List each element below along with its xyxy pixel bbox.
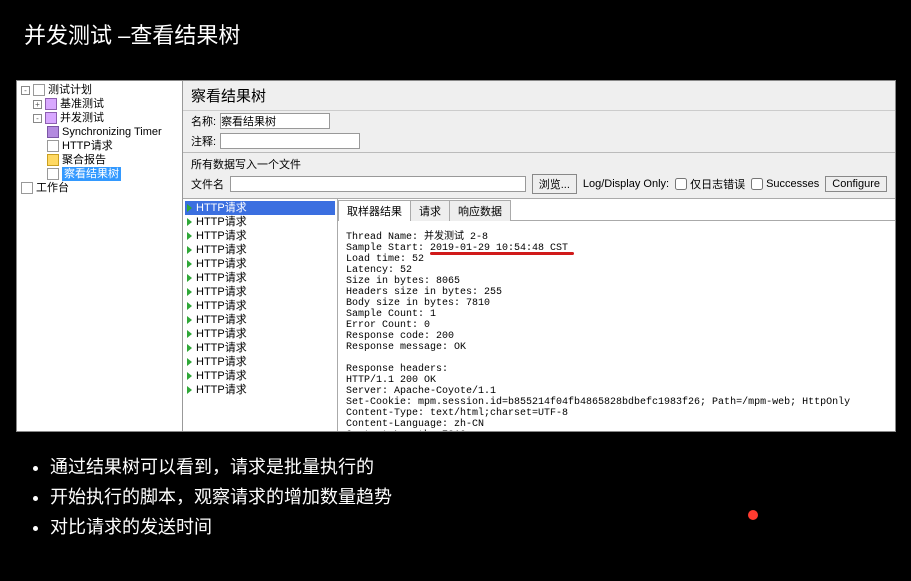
sample-item[interactable]: HTTP请求 [185, 355, 335, 369]
tree-node[interactable]: 聚合报告 [19, 153, 180, 167]
file-label: 文件名 [191, 176, 224, 192]
sample-item[interactable]: HTTP请求 [185, 257, 335, 271]
tree-label: 并发测试 [60, 111, 104, 125]
sample-item[interactable]: HTTP请求 [185, 285, 335, 299]
only-errors-checkbox[interactable]: 仅日志错误 [675, 176, 745, 192]
success-icon [187, 260, 192, 268]
success-icon [187, 246, 192, 254]
sample-label: HTTP请求 [196, 215, 247, 229]
detail-tab[interactable]: 响应数据 [449, 200, 511, 221]
success-icon [187, 344, 192, 352]
success-icon [187, 372, 192, 380]
page-icon [47, 168, 59, 180]
sample-item[interactable]: HTTP请求 [185, 243, 335, 257]
success-icon [187, 386, 192, 394]
sample-item[interactable]: HTTP请求 [185, 327, 335, 341]
detail-tab[interactable]: 请求 [410, 200, 450, 221]
tree-node[interactable]: Synchronizing Timer [19, 125, 180, 139]
sampler-result-text[interactable]: Thread Name: 并发测试 2-8 Sample Start: 2019… [338, 221, 895, 431]
success-icon [187, 288, 192, 296]
tree-label: HTTP请求 [62, 139, 113, 153]
name-input[interactable] [220, 113, 330, 129]
sample-label: HTTP请求 [196, 355, 247, 369]
beaker-icon [33, 84, 45, 96]
samples-list[interactable]: HTTP请求HTTP请求HTTP请求HTTP请求HTTP请求HTTP请求HTTP… [183, 199, 338, 431]
sample-item[interactable]: HTTP请求 [185, 369, 335, 383]
bullet-item: 对比请求的发送时间 [50, 512, 392, 542]
slide-bullets: 通过结果树可以看到，请求是批量执行的开始执行的脚本，观察请求的增加数量趋势对比请… [30, 452, 392, 542]
tree-node[interactable]: - 并发测试 [19, 111, 180, 125]
logonly-label: Log/Display Only: [583, 178, 669, 190]
sample-label: HTTP请求 [196, 285, 247, 299]
sample-item[interactable]: HTTP请求 [185, 271, 335, 285]
tree-label: 聚合报告 [62, 153, 106, 167]
sample-item[interactable]: HTTP请求 [185, 313, 335, 327]
sample-label: HTTP请求 [196, 313, 247, 327]
yellow-icon [47, 154, 59, 166]
success-icon [187, 274, 192, 282]
tree-node[interactable]: 工作台 [19, 181, 180, 195]
comment-input[interactable] [220, 133, 360, 149]
result-tree-panel: 察看结果树 名称: 注释: 所有数据写入一个文件 文件名 浏览... Log/D… [183, 81, 895, 431]
tree-node[interactable]: HTTP请求 [19, 139, 180, 153]
sample-label: HTTP请求 [196, 229, 247, 243]
success-icon [187, 330, 192, 338]
file-input[interactable] [230, 176, 526, 192]
success-icon [187, 316, 192, 324]
comment-label: 注释: [191, 133, 216, 149]
sample-label: HTTP请求 [196, 271, 247, 285]
sample-item[interactable]: HTTP请求 [185, 299, 335, 313]
sample-item[interactable]: HTTP请求 [185, 341, 335, 355]
gear-icon [45, 98, 57, 110]
bullet-item: 开始执行的脚本，观察请求的增加数量趋势 [50, 482, 392, 512]
tree-label: 工作台 [36, 181, 69, 195]
success-icon [187, 232, 192, 240]
tree-label: 察看结果树 [62, 167, 121, 181]
browse-button[interactable]: 浏览... [532, 174, 577, 194]
successes-checkbox[interactable]: Successes [751, 178, 819, 190]
success-icon [187, 204, 192, 212]
sample-item[interactable]: HTTP请求 [185, 229, 335, 243]
table-icon [21, 182, 33, 194]
tree-node[interactable]: 察看结果树 [19, 167, 180, 181]
tree-toggle-icon[interactable]: + [33, 100, 42, 109]
purple-icon [47, 126, 59, 138]
sample-item[interactable]: HTTP请求 [185, 215, 335, 229]
panel-title: 察看结果树 [183, 81, 895, 111]
tree-toggle-icon[interactable]: - [21, 86, 30, 95]
tree-label: 测试计划 [48, 83, 92, 97]
page-icon [47, 140, 59, 152]
test-plan-tree[interactable]: - 测试计划 + 基准测试 - 并发测试Synchronizing TimerHTTP请求… [17, 81, 183, 431]
bullet-item: 通过结果树可以看到，请求是批量执行的 [50, 452, 392, 482]
name-label: 名称: [191, 113, 216, 129]
sample-label: HTTP请求 [196, 383, 247, 397]
sample-label: HTTP请求 [196, 201, 247, 215]
detail-tabs: 取样器结果请求响应数据 [338, 199, 895, 221]
success-icon [187, 302, 192, 310]
write-file-group: 所有数据写入一个文件 [183, 154, 895, 172]
configure-button[interactable]: Configure [825, 176, 887, 192]
sample-item[interactable]: HTTP请求 [185, 383, 335, 397]
success-icon [187, 218, 192, 226]
tree-node[interactable]: - 测试计划 [19, 83, 180, 97]
sample-start-highlight: 2019-01-29 10:54:48 CST [430, 243, 568, 254]
sample-label: HTTP请求 [196, 369, 247, 383]
tree-node[interactable]: + 基准测试 [19, 97, 180, 111]
sample-label: HTTP请求 [196, 257, 247, 271]
sample-detail: 取样器结果请求响应数据 Thread Name: 并发测试 2-8 Sample… [338, 199, 895, 431]
tree-toggle-icon[interactable]: - [33, 114, 42, 123]
sample-label: HTTP请求 [196, 341, 247, 355]
sample-label: HTTP请求 [196, 327, 247, 341]
tree-label: 基准测试 [60, 97, 104, 111]
success-icon [187, 358, 192, 366]
tree-label: Synchronizing Timer [62, 125, 162, 139]
sample-label: HTTP请求 [196, 299, 247, 313]
laser-pointer [748, 510, 758, 520]
sample-item[interactable]: HTTP请求 [185, 201, 335, 215]
detail-tab[interactable]: 取样器结果 [338, 200, 411, 221]
gear-icon [45, 112, 57, 124]
sample-label: HTTP请求 [196, 243, 247, 257]
slide-title: 并发测试 –查看结果树 [0, 0, 911, 60]
jmeter-window: -测试计划+基准测试-并发测试Synchronizing TimerHTTP请求… [16, 80, 896, 432]
